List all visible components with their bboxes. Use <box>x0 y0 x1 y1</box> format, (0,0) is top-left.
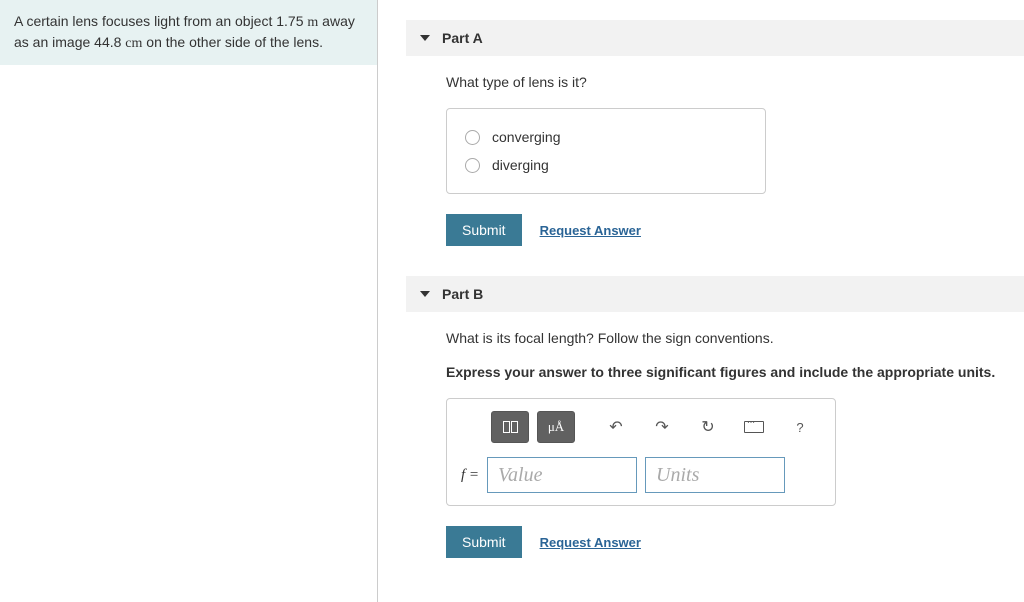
part-b-body: What is its focal length? Follow the sig… <box>406 312 1024 558</box>
template-icon <box>503 421 518 433</box>
help-icon: ? <box>796 420 803 435</box>
undo-button[interactable]: ↶ <box>597 411 635 443</box>
answer-panel: Part A What type of lens is it? convergi… <box>378 0 1024 602</box>
answer-input-panel: μÅ ↶ ↷ ↻ ? <box>446 398 836 506</box>
part-a-header[interactable]: Part A <box>406 20 1024 56</box>
problem-text-1: A certain lens focuses light from an obj… <box>14 13 307 29</box>
value-input[interactable]: Value <box>487 457 637 493</box>
units-input[interactable]: Units <box>645 457 785 493</box>
reset-button[interactable]: ↻ <box>689 411 727 443</box>
keyboard-icon <box>744 421 764 433</box>
option-diverging[interactable]: diverging <box>465 151 747 179</box>
part-b-question: What is its focal length? Follow the sig… <box>446 330 1024 346</box>
formula-toolbar: μÅ ↶ ↷ ↻ ? <box>461 411 821 443</box>
variable-label: f = <box>461 467 479 484</box>
problem-panel: A certain lens focuses light from an obj… <box>0 0 378 602</box>
option-diverging-label: diverging <box>492 157 549 173</box>
mu-label: μÅ <box>548 419 564 435</box>
part-b: Part B What is its focal length? Follow … <box>406 276 1024 558</box>
part-a-body: What type of lens is it? converging dive… <box>406 56 1024 246</box>
part-b-title: Part B <box>442 286 483 302</box>
submit-button[interactable]: Submit <box>446 214 522 246</box>
template-button[interactable] <box>491 411 529 443</box>
part-b-instruction: Express your answer to three significant… <box>446 364 1024 380</box>
problem-text: A certain lens focuses light from an obj… <box>0 0 377 65</box>
part-a-title: Part A <box>442 30 483 46</box>
chevron-down-icon <box>420 35 430 41</box>
part-a: Part A What type of lens is it? convergi… <box>406 20 1024 246</box>
radio-icon <box>465 130 480 145</box>
request-answer-link[interactable]: Request Answer <box>540 535 641 550</box>
undo-icon: ↶ <box>609 417 622 437</box>
radio-icon <box>465 158 480 173</box>
keyboard-button[interactable] <box>735 411 773 443</box>
chevron-down-icon <box>420 291 430 297</box>
problem-text-3: on the other side of the lens. <box>142 34 323 50</box>
option-converging[interactable]: converging <box>465 123 747 151</box>
special-chars-button[interactable]: μÅ <box>537 411 575 443</box>
redo-icon: ↷ <box>655 417 668 437</box>
help-button[interactable]: ? <box>781 411 819 443</box>
submit-button[interactable]: Submit <box>446 526 522 558</box>
lens-type-radio-group: converging diverging <box>446 108 766 194</box>
part-a-question: What type of lens is it? <box>446 74 1024 90</box>
option-converging-label: converging <box>492 129 561 145</box>
part-b-actions: Submit Request Answer <box>446 526 1024 558</box>
request-answer-link[interactable]: Request Answer <box>540 223 641 238</box>
part-b-header[interactable]: Part B <box>406 276 1024 312</box>
formula-input-row: f = Value Units <box>461 457 821 493</box>
reset-icon: ↻ <box>701 417 714 437</box>
redo-button[interactable]: ↷ <box>643 411 681 443</box>
unit-cm: cm <box>125 36 142 51</box>
part-a-actions: Submit Request Answer <box>446 214 1024 246</box>
unit-m: m <box>307 15 318 30</box>
